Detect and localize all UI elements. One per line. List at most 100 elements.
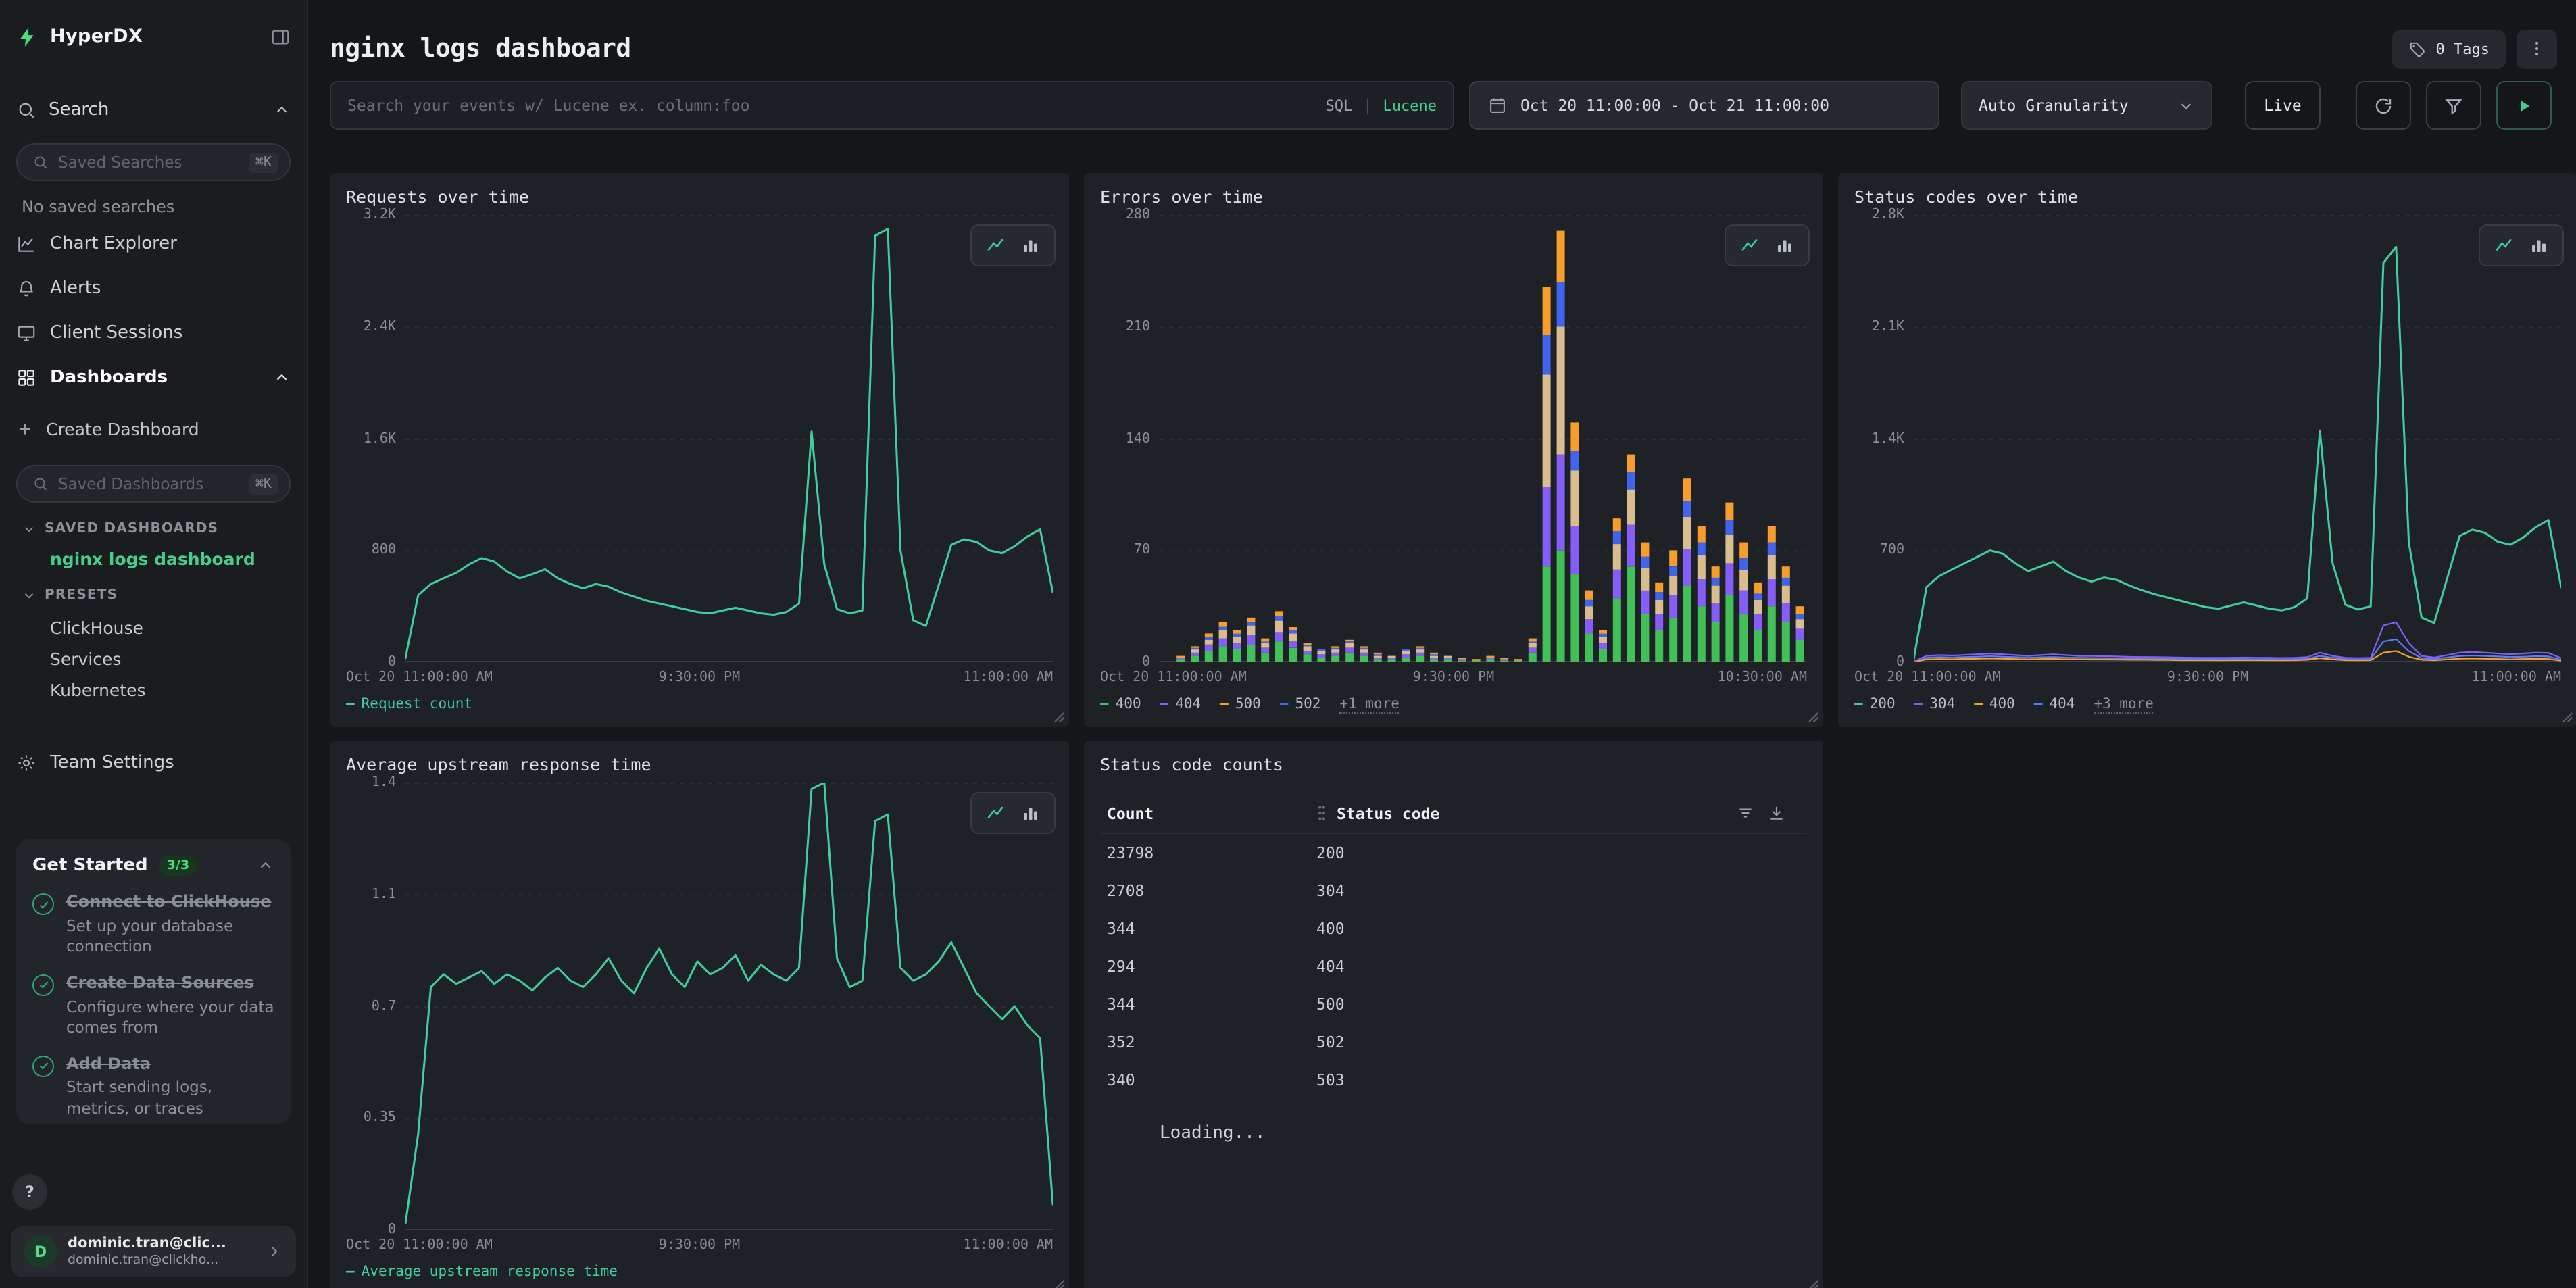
saved-searches-input[interactable]: ⌘K [16, 143, 291, 181]
legend-item[interactable]: —502 [1280, 696, 1321, 712]
panel-title: Requests over time [346, 187, 1053, 207]
bar-chart-icon[interactable] [1020, 803, 1041, 823]
column-resize-handle[interactable] [1316, 804, 1327, 822]
run-query-button[interactable] [2496, 81, 2552, 130]
saved-dashboards-input[interactable]: ⌘K [16, 465, 291, 503]
status-code-cell: 304 [1316, 881, 1345, 900]
column-header-count[interactable]: Count [1100, 803, 1316, 822]
table-row[interactable]: 344500 [1100, 985, 1807, 1023]
panel-title: Status codes over time [1854, 187, 2561, 207]
create-dashboard-button[interactable]: Create Dashboard [16, 408, 291, 449]
lucene-toggle[interactable]: Lucene [1383, 97, 1437, 114]
sql-toggle[interactable]: SQL [1326, 97, 1353, 114]
legend-more-link[interactable]: +3 more [2094, 695, 2154, 713]
sidebar-item-chart-explorer[interactable]: Chart Explorer [16, 222, 291, 266]
sidebar-section-search[interactable]: Search [16, 92, 291, 127]
preset-kubernetes[interactable]: Kubernetes [50, 674, 291, 705]
legend-item[interactable]: —500 [1220, 696, 1261, 712]
get-started-step-connect[interactable]: Connect to ClickHouse Set up your databa… [32, 892, 274, 957]
bar-chart-icon[interactable] [2529, 235, 2549, 255]
time-range-picker[interactable]: Oct 20 11:00:00 - Oct 21 11:00:00 [1469, 81, 1939, 130]
legend-item[interactable]: —404 [1160, 696, 1202, 712]
resize-handle[interactable] [1806, 710, 1819, 723]
tags-button[interactable]: 0 Tags [2393, 29, 2506, 68]
live-button[interactable]: Live [2245, 81, 2321, 130]
y-axis-tick: 1.4 [372, 775, 396, 790]
status-code-cell: 500 [1316, 995, 1345, 1014]
legend-item[interactable]: —Average upstream response time [346, 1264, 618, 1280]
preset-services[interactable]: Services [50, 643, 291, 674]
x-axis: Oct 20 11:00:00 AM9:30:00 PM11:00:00 AM [346, 1234, 1053, 1256]
saved-dashboard-nginx-logs[interactable]: nginx logs dashboard [50, 549, 291, 569]
x-axis: Oct 20 11:00:00 AM9:30:00 PM10:30:00 AM [1100, 666, 1807, 688]
saved-dashboards-field[interactable] [58, 474, 239, 493]
y-axis-tick: 2.1K [1872, 320, 1904, 335]
table-row[interactable]: 23798200 [1100, 834, 1807, 872]
bar-chart-icon[interactable] [1020, 235, 1041, 255]
legend-item[interactable]: —Request count [346, 696, 472, 712]
kebab-icon [2527, 39, 2546, 58]
check-circle-icon [32, 1056, 54, 1077]
presets-section-toggle[interactable]: PRESETS [22, 588, 291, 603]
sidebar-item-team-settings[interactable]: Team Settings [16, 741, 291, 785]
chevron-up-icon[interactable] [257, 857, 274, 874]
legend-item[interactable]: —400 [1100, 696, 1141, 712]
x-axis-tick: Oct 20 11:00:00 AM [346, 1237, 493, 1252]
download-icon[interactable] [1768, 804, 1785, 822]
event-search-box[interactable]: SQL | Lucene [330, 81, 1454, 130]
help-button[interactable]: ? [12, 1174, 47, 1210]
legend-item[interactable]: —304 [1914, 696, 1956, 712]
sidebar-item-client-sessions[interactable]: Client Sessions [16, 311, 291, 355]
y-axis-tick: 280 [1126, 207, 1150, 222]
get-started-step-sources[interactable]: Create Data Sources Configure where your… [32, 973, 274, 1038]
chevron-up-icon [273, 101, 291, 118]
create-dashboard-label: Create Dashboard [46, 418, 199, 439]
chart-plot[interactable] [405, 215, 1053, 662]
legend-more-link[interactable]: +1 more [1339, 695, 1400, 713]
table-filter-icon[interactable] [1737, 804, 1754, 822]
line-chart-icon[interactable] [985, 235, 1006, 255]
line-chart-icon[interactable] [1739, 235, 1760, 255]
kebab-menu-button[interactable] [2517, 29, 2557, 68]
y-axis-tick: 1.6K [364, 431, 396, 446]
user-menu[interactable]: D dominic.tran@clic... dominic.tran@clic… [11, 1226, 296, 1277]
count-cell: 2708 [1100, 881, 1316, 900]
sidebar-item-alerts[interactable]: Alerts [16, 266, 291, 311]
resize-handle[interactable] [1051, 710, 1065, 723]
bar-chart-icon[interactable] [1775, 235, 1795, 255]
table-row[interactable]: 294404 [1100, 947, 1807, 985]
y-axis-tick: 0.7 [372, 999, 396, 1014]
chart-plot[interactable] [1914, 215, 2561, 662]
column-header-status-code[interactable]: Status code [1337, 803, 1439, 822]
saved-searches-field[interactable] [58, 153, 239, 172]
resize-handle[interactable] [1051, 1277, 1065, 1288]
no-saved-searches-note: No saved searches [22, 197, 291, 216]
preset-clickhouse[interactable]: ClickHouse [50, 612, 291, 643]
chart-plot[interactable] [1160, 215, 1807, 662]
get-started-title: Get Started [32, 856, 148, 876]
legend-item[interactable]: —200 [1854, 696, 1896, 712]
status-code-cell: 502 [1316, 1033, 1345, 1051]
sidebar-item-dashboards[interactable]: Dashboards [16, 355, 291, 400]
tags-button-label: 0 Tags [2436, 40, 2490, 57]
table-row[interactable]: 344400 [1100, 910, 1807, 947]
chart-plot[interactable] [405, 783, 1053, 1230]
collapse-sidebar-icon[interactable] [270, 26, 291, 47]
resize-handle[interactable] [1806, 1277, 1819, 1288]
sidebar-item-label: Chart Explorer [50, 234, 177, 254]
get-started-step-add-data[interactable]: Add Data Start sending logs, metrics, or… [32, 1054, 274, 1119]
saved-dashboards-section-toggle[interactable]: SAVED DASHBOARDS [22, 522, 291, 537]
line-chart-icon[interactable] [2494, 235, 2514, 255]
refresh-button[interactable] [2356, 81, 2411, 130]
event-search-input[interactable] [347, 96, 1312, 115]
filters-button[interactable] [2426, 81, 2481, 130]
granularity-select[interactable]: Auto Granularity [1961, 81, 2212, 130]
legend-item[interactable]: —404 [2034, 696, 2075, 712]
x-axis-tick: 11:00:00 AM [964, 1237, 1053, 1252]
table-row[interactable]: 352502 [1100, 1023, 1807, 1061]
table-row[interactable]: 340503 [1100, 1061, 1807, 1099]
legend-item[interactable]: —400 [1974, 696, 2015, 712]
table-row[interactable]: 2708304 [1100, 872, 1807, 910]
line-chart-icon[interactable] [985, 803, 1006, 823]
resize-handle[interactable] [2560, 710, 2573, 723]
